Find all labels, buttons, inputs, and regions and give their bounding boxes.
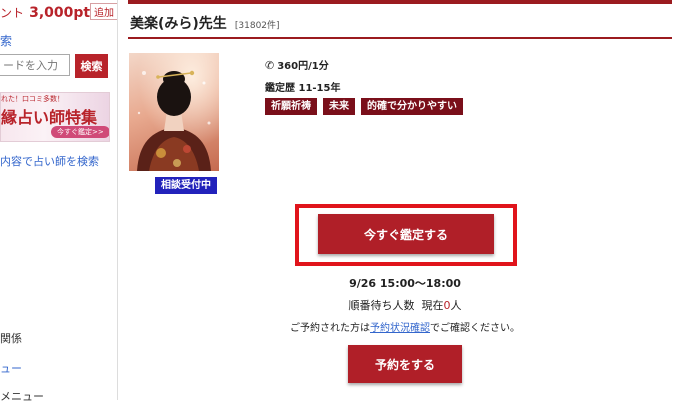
experience-years: 鑑定歴 11-15年 — [265, 83, 341, 94]
consult-now-button[interactable]: 今すぐ鑑定する — [318, 214, 494, 254]
price-text: 360円/1分 — [277, 61, 329, 72]
availability-status-badge: 相談受付中 — [155, 177, 217, 194]
search-section-title: 索 — [0, 34, 13, 48]
top-border — [128, 0, 672, 4]
price-per-minute: ✆ 360円/1分 — [265, 57, 329, 72]
tag-item[interactable]: 的確で分かりやすい — [361, 98, 463, 115]
queue-label: 順番待ち人数 — [348, 299, 415, 312]
add-points-button[interactable]: 追加 — [90, 3, 118, 20]
feature-banner[interactable]: れた！口コミ多数！ 縁占い師特集 今すぐ鑑定>> — [0, 92, 110, 142]
queue-info: 順番待ち人数 現在0人 — [55, 297, 700, 313]
queue-current-label: 現在 — [421, 299, 444, 312]
tag-item[interactable]: 祈願祈祷 — [265, 98, 317, 115]
reservation-note: ご予約された方は予約状況確認でご確認ください。 — [55, 319, 700, 334]
sidebar-divider — [117, 0, 118, 400]
queue-count: 0 — [443, 299, 451, 312]
title-underline — [128, 37, 672, 39]
queue-unit: 人 — [450, 299, 462, 312]
banner-button[interactable]: 今すぐ鑑定>> — [51, 126, 109, 138]
banner-subtext: れた！口コミ多数！ — [1, 95, 64, 103]
reserve-button[interactable]: 予約をする — [348, 345, 462, 383]
keyword-search-input[interactable] — [0, 54, 70, 76]
review-count[interactable]: [31802件] — [235, 21, 280, 31]
tag-item[interactable]: 未来 — [323, 98, 355, 115]
points-display: ント 3,000pt 追加 — [0, 2, 118, 21]
fortune-teller-title: 美楽(みら)先生 [31802件] — [130, 13, 280, 33]
phone-icon: ✆ — [265, 59, 275, 72]
search-button[interactable]: 検索 — [75, 54, 108, 78]
banner-title: 縁占い師特集 — [1, 108, 98, 127]
menu-link[interactable]: ュー — [0, 360, 22, 376]
category-relation[interactable]: 関係 — [0, 330, 22, 346]
note-suffix: でご確認ください。 — [430, 323, 520, 334]
points-value: 3,000pt — [29, 5, 91, 21]
points-label: ント — [0, 6, 25, 20]
fortune-teller-name: 美楽(みら)先生 — [130, 16, 227, 32]
sidebar: ント 3,000pt 追加 索 検索 れた！口コミ多数！ 縁占い師特集 今すぐ鑑… — [0, 0, 118, 403]
note-prefix: ご予約された方は — [290, 323, 370, 334]
content-search-link[interactable]: 内容で占い師を検索 — [0, 153, 99, 169]
menu-item[interactable]: メニュー — [0, 388, 44, 404]
portrait-illustration — [129, 53, 219, 171]
fortune-teller-photo[interactable] — [129, 53, 219, 171]
specialty-tags: 祈願祈祷 未来 的確で分かりやすい — [265, 98, 463, 115]
schedule-time: 9/26 15:00〜18:00 — [349, 277, 461, 290]
reservation-status-link[interactable]: 予約状況確認 — [370, 323, 430, 334]
